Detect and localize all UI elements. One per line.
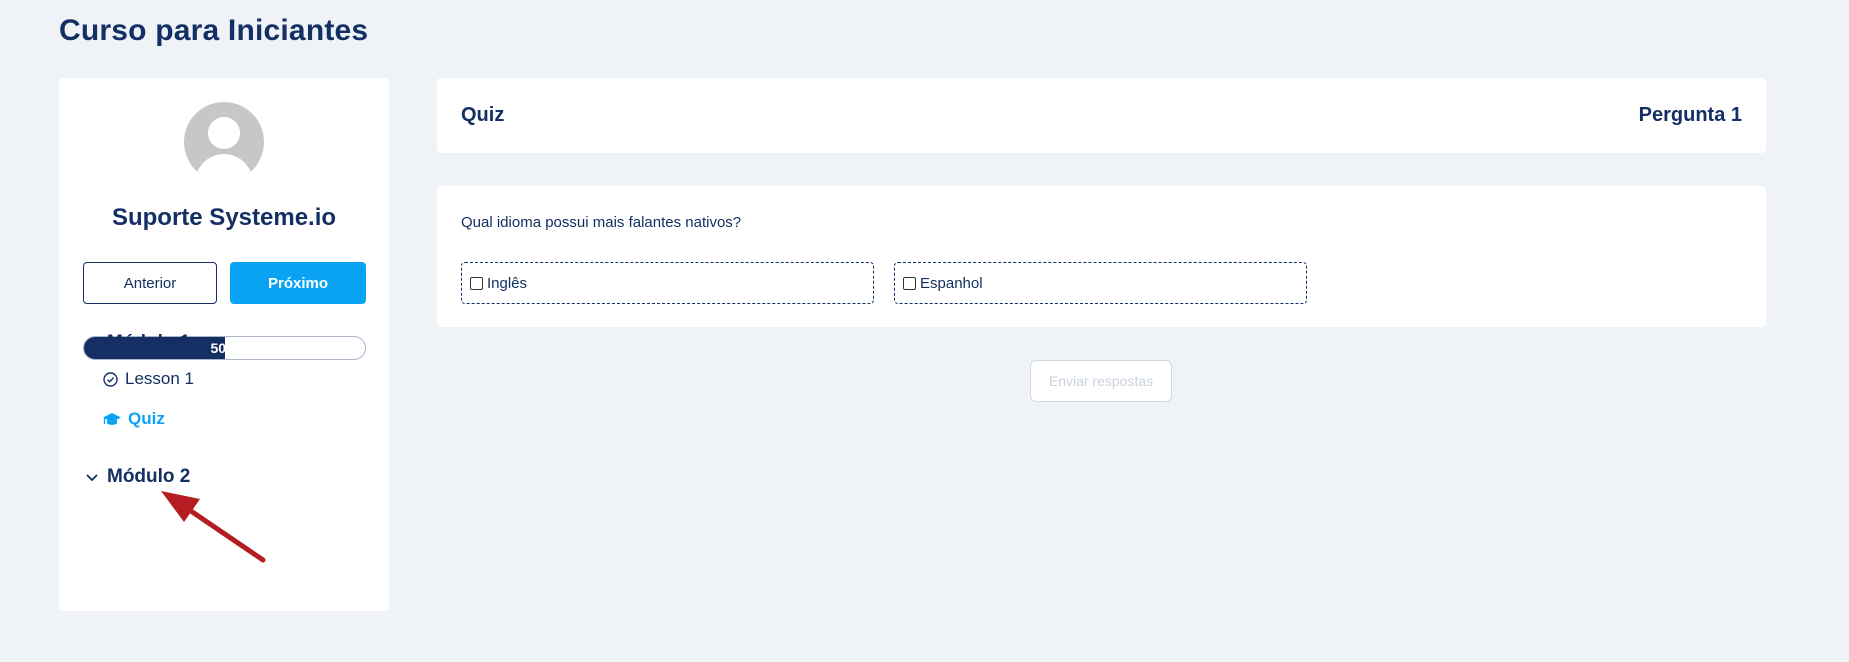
user-name: Suporte Systeme.io	[111, 204, 337, 231]
answer-option-label: Inglês	[487, 274, 528, 292]
question-text: Qual idioma possui mais falantes nativos…	[461, 214, 742, 231]
question-card: Qual idioma possui mais falantes nativos…	[437, 186, 1766, 327]
submit-answers-button[interactable]: Enviar respostas	[1030, 360, 1172, 402]
answer-option-ingles[interactable]: Inglês	[461, 262, 874, 304]
avatar	[184, 102, 264, 182]
answer-option-label: Espanhol	[920, 274, 983, 292]
quiz-header: Quiz Pergunta 1	[437, 78, 1766, 153]
module-1-label: Módulo 1	[107, 332, 191, 353]
lesson-item-lesson-1[interactable]: Lesson 1	[102, 369, 194, 389]
question-counter: Pergunta 1	[1638, 104, 1742, 126]
chevron-up-icon	[86, 339, 98, 347]
quiz-lesson-label: Quiz	[128, 409, 165, 428]
lesson-1-label: Lesson 1	[125, 369, 194, 388]
checkbox[interactable]	[903, 276, 916, 290]
next-button[interactable]: Próximo	[230, 262, 366, 304]
answer-option-espanhol[interactable]: Espanhol	[894, 262, 1307, 304]
module-2-toggle[interactable]: Módulo 2	[85, 466, 190, 488]
check-circle-icon	[103, 371, 118, 387]
previous-button[interactable]: Anterior	[83, 262, 217, 304]
checkbox[interactable]	[470, 276, 483, 290]
graduation-cap-icon	[103, 412, 121, 425]
quiz-title: Quiz	[461, 104, 505, 126]
module-1-toggle[interactable]: Módulo 1	[85, 332, 190, 354]
lesson-item-quiz[interactable]: Quiz	[102, 409, 165, 429]
chevron-down-icon	[86, 474, 98, 482]
page-title: Curso para Iniciantes	[59, 14, 369, 47]
course-sidebar: Suporte Systeme.io Anterior Próximo 50% …	[59, 78, 389, 611]
module-2-label: Módulo 2	[107, 466, 191, 487]
